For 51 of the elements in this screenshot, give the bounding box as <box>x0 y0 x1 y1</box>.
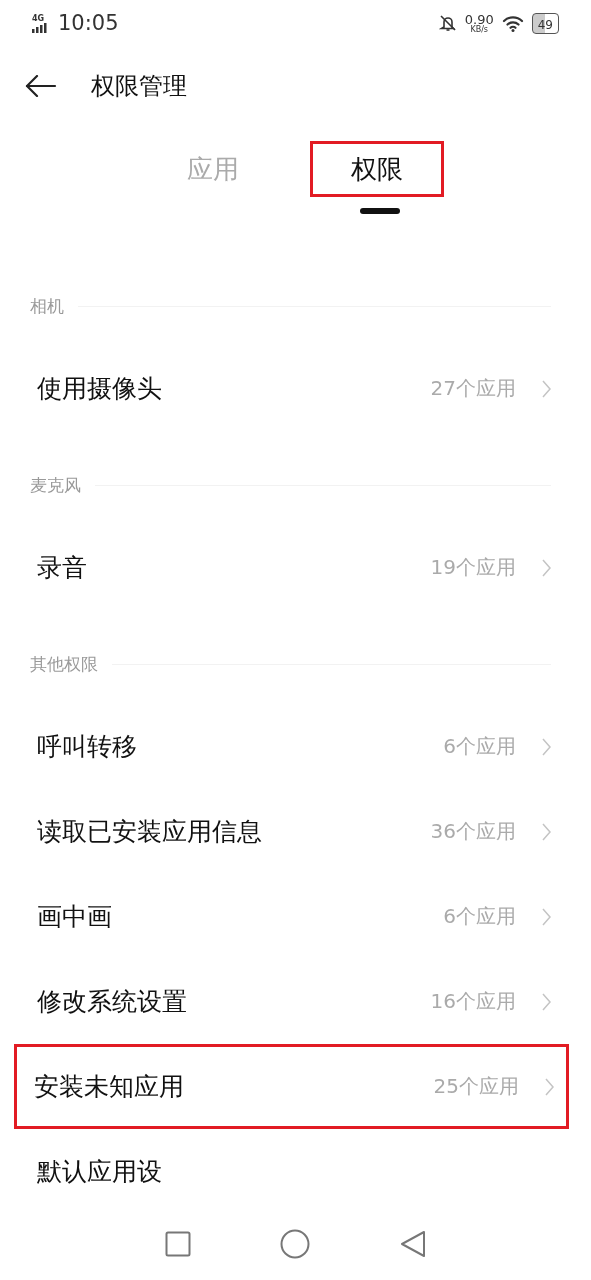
chevron-right-icon <box>542 992 552 1011</box>
item-label: 录音 <box>37 552 88 584</box>
chevron-right-icon <box>542 558 552 577</box>
item-label: 呼叫转移 <box>37 731 138 763</box>
recents-button[interactable] <box>164 1231 191 1257</box>
app-count: 25个应用 <box>433 1073 519 1100</box>
list-item[interactable]: 修改系统设置 16个应用 <box>0 959 591 1044</box>
list-item[interactable]: 呼叫转移 6个应用 <box>0 704 591 789</box>
speed-unit: KB/s <box>470 25 489 34</box>
item-label: 修改系统设置 <box>37 986 188 1018</box>
triangle-icon <box>400 1230 427 1258</box>
back-arrow-icon <box>25 75 57 97</box>
chevron-right-icon <box>545 1077 555 1096</box>
app-count: 27个应用 <box>430 375 516 402</box>
app-count: 6个应用 <box>443 903 516 930</box>
section-header: 其他权限 <box>30 653 98 676</box>
back-nav-button[interactable] <box>400 1230 427 1258</box>
muted-bell-icon <box>438 14 457 32</box>
network-speed: 0.90 <box>464 12 494 26</box>
list-item[interactable]: 安装未知应用 25个应用 <box>14 1044 569 1129</box>
chevron-right-icon <box>542 379 552 398</box>
page-title: 权限管理 <box>91 71 187 102</box>
list-item[interactable]: 读取已安装应用信息 36个应用 <box>0 789 591 874</box>
item-label: 安装未知应用 <box>34 1071 185 1103</box>
section-header: 麦克风 <box>30 474 81 497</box>
list-item[interactable]: 录音 19个应用 <box>0 525 591 610</box>
list-item[interactable]: 画中画 6个应用 <box>0 874 591 959</box>
battery-indicator: 49 <box>531 12 559 34</box>
app-count: 6个应用 <box>443 733 516 760</box>
circle-icon <box>280 1229 311 1259</box>
list-item[interactable]: 默认应用设 <box>0 1129 591 1208</box>
item-label: 使用摄像头 <box>37 373 163 405</box>
square-icon <box>164 1231 191 1257</box>
chevron-right-icon <box>542 737 552 756</box>
back-button[interactable] <box>25 75 57 97</box>
item-label: 读取已安装应用信息 <box>37 816 263 848</box>
app-count: 36个应用 <box>430 818 516 845</box>
item-label: 默认应用设 <box>37 1156 163 1188</box>
chevron-right-icon <box>542 907 552 926</box>
wifi-icon <box>501 14 524 32</box>
app-count: 16个应用 <box>430 988 516 1015</box>
network-type: 4G <box>32 13 45 23</box>
app-count: 19个应用 <box>430 554 516 581</box>
chevron-right-icon <box>542 822 552 841</box>
list-item[interactable]: 使用摄像头 27个应用 <box>0 346 591 431</box>
tab-indicator <box>360 208 400 214</box>
item-label: 画中画 <box>37 901 113 933</box>
home-button[interactable] <box>280 1229 311 1259</box>
section-header: 相机 <box>30 295 64 318</box>
signal-icon <box>32 22 50 33</box>
status-time: 10:05 <box>58 11 119 35</box>
